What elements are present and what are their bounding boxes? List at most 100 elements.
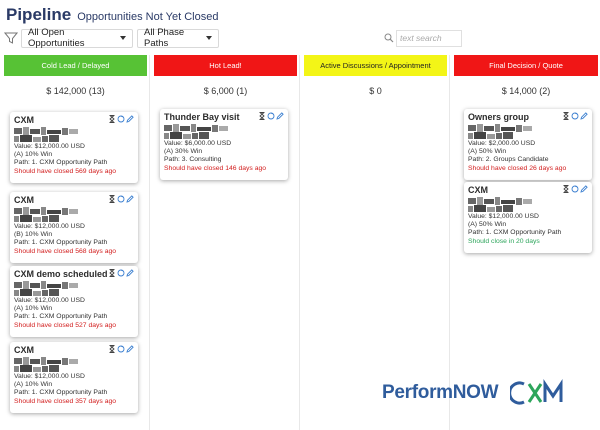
opportunity-card[interactable]: CXM Value: $12,000.00 USD (A) 10% Win Path:… [10,112,138,183]
redacted-contact [468,124,588,140]
card-action-icons [108,115,134,123]
card-path: Path: 1. CXM Opportunity Path [468,229,562,237]
card-win-chance: (A) 10% Win [14,381,53,389]
opportunity-card[interactable]: Thunder Bay visit Value: $6,000.00 USD (A)… [160,109,288,180]
card-action-icons [108,269,134,277]
column-header[interactable]: Cold Lead / Delayed [4,55,147,76]
phase-paths-dropdown[interactable]: All Phase Paths [137,27,219,49]
refresh-icon[interactable] [267,112,275,120]
column-total: $ 6,000 (1) [203,86,248,96]
pipeline-column: Final Decision / Quote $ 14,000 (2) Owners… [452,55,600,430]
page-header: Pipeline Opportunities Not Yet Closed [6,5,218,27]
card-action-icons [108,345,134,353]
card-path: Path: 3. Consulting [164,156,222,164]
opportunity-card[interactable]: CXM Value: $12,000.00 USD (A) 10% Win Path:… [10,342,138,413]
card-value: Value: $12,000.00 USD [14,143,85,150]
edit-icon[interactable] [126,115,134,123]
opportunity-card[interactable]: CXM demo scheduled Value: $12,000.00 USD(… [10,266,138,337]
redacted-contact [14,127,134,143]
card-close-status: Should have closed 357 days ago [14,397,117,405]
card-action-icons [258,112,284,120]
refresh-icon[interactable] [117,115,125,123]
search-area [384,29,462,47]
column-header[interactable]: Final Decision / Quote [454,55,598,76]
hourglass-icon[interactable] [108,269,116,277]
hourglass-icon[interactable] [562,185,570,193]
card-close-status: Should close in 20 days [468,237,540,245]
filter-bar: All Open Opportunities All Phase Paths [4,27,596,49]
redacted-contact [164,124,284,140]
edit-icon[interactable] [126,195,134,203]
opportunity-card[interactable]: CXM Value: $12,000.00 USD (B) 10% Win Path:… [10,192,138,263]
edit-icon[interactable] [126,345,134,353]
edit-icon[interactable] [580,112,588,120]
card-close-status: Should have closed 568 days ago [14,247,117,255]
card-path: Path: 2. Groups Candidate [468,156,549,164]
redacted-contact [14,281,134,297]
card-value: Value: $6,000.00 USD [164,140,232,147]
filter-icon[interactable] [4,31,18,45]
card-close-status: Should have closed 26 days ago [468,164,567,172]
redacted-contact [14,207,134,223]
card-value: Value: $12,000.00 USD [468,213,539,220]
card-win-chance: (A) 10% Win [14,151,53,159]
pipeline-column: Cold Lead / Delayed $ 142,000 (13) CXM Valu… [2,55,150,430]
refresh-icon[interactable] [117,345,125,353]
page-title: Pipeline [6,5,72,24]
card-win-chance: (B) 10% Win [14,231,53,239]
card-win-chance: (A) 50% Win [468,148,507,156]
open-opportunities-dropdown[interactable]: All Open Opportunities [21,27,133,49]
card-value: Value: $12,000.00 USD [14,373,85,380]
search-input[interactable] [396,29,462,47]
hourglass-icon[interactable] [562,112,570,120]
search-icon [384,33,394,43]
cxm-logo-icon [510,379,563,405]
pipeline-column: Active Discussions / Appointment $ 0 [302,55,450,430]
card-close-status: Should have closed 527 days ago [14,321,117,329]
refresh-icon[interactable] [117,195,125,203]
pipeline-board: Cold Lead / Delayed $ 142,000 (13) CXM Valu… [2,55,598,430]
phase-paths-value: All Phase Paths [144,27,185,49]
hourglass-icon[interactable] [108,195,116,203]
redacted-contact [468,197,588,213]
chevron-down-icon [206,36,212,40]
column-header[interactable]: Hot Lead! [154,55,297,76]
chevron-down-icon [120,36,126,40]
pipeline-column: Hot Lead! $ 6,000 (1) Thunder Bay visit Val… [152,55,300,430]
card-path: Path: 1. CXM Opportunity Path [14,239,108,247]
refresh-icon[interactable] [571,112,579,120]
card-action-icons [562,112,588,120]
card-action-icons [562,185,588,193]
page-subtitle: Opportunities Not Yet Closed [77,11,219,23]
opportunity-card[interactable]: CXM Value: $12,000.00 USD (A) 50% Win Path:… [464,182,592,253]
refresh-icon[interactable] [571,185,579,193]
card-action-icons [108,195,134,203]
card-value: Value: $2,000.00 USD [468,140,536,147]
hourglass-icon[interactable] [108,115,116,123]
card-path: Path: 1. CXM Opportunity Path [14,389,108,397]
logo-text: PerformNOW [382,382,499,403]
column-total: $ 0 [369,86,382,96]
opportunity-card[interactable]: Owners group Value: $2,000.00 USD (A) 50% … [464,109,592,180]
refresh-icon[interactable] [117,269,125,277]
edit-icon[interactable] [580,185,588,193]
card-close-status: Should have closed 569 days ago [14,167,117,175]
performnow-cxm-logo: PerformNOW [382,378,570,408]
card-path: Path: 1. CXM Opportunity Path [14,313,108,321]
redacted-contact [14,357,134,373]
edit-icon[interactable] [126,269,134,277]
card-win-chance: (A) 30% Win [164,148,203,156]
column-header[interactable]: Active Discussions / Appointment [304,55,447,76]
card-path: Path: 1. CXM Opportunity Path [14,159,108,167]
card-value: Value: $12,000.00 USD [14,223,85,230]
edit-icon[interactable] [276,112,284,120]
card-win-chance: (A) 10% Win [14,305,53,313]
hourglass-icon[interactable] [108,345,116,353]
hourglass-icon[interactable] [258,112,266,120]
column-total: $ 14,000 (2) [501,86,551,96]
open-opportunities-value: All Open Opportunities [28,27,85,49]
card-close-status: Should have closed 146 days ago [164,164,267,172]
card-win-chance: (A) 50% Win [468,221,507,229]
column-total: $ 142,000 (13) [46,86,105,96]
card-value: Value: $12,000.00 USD [14,297,85,304]
